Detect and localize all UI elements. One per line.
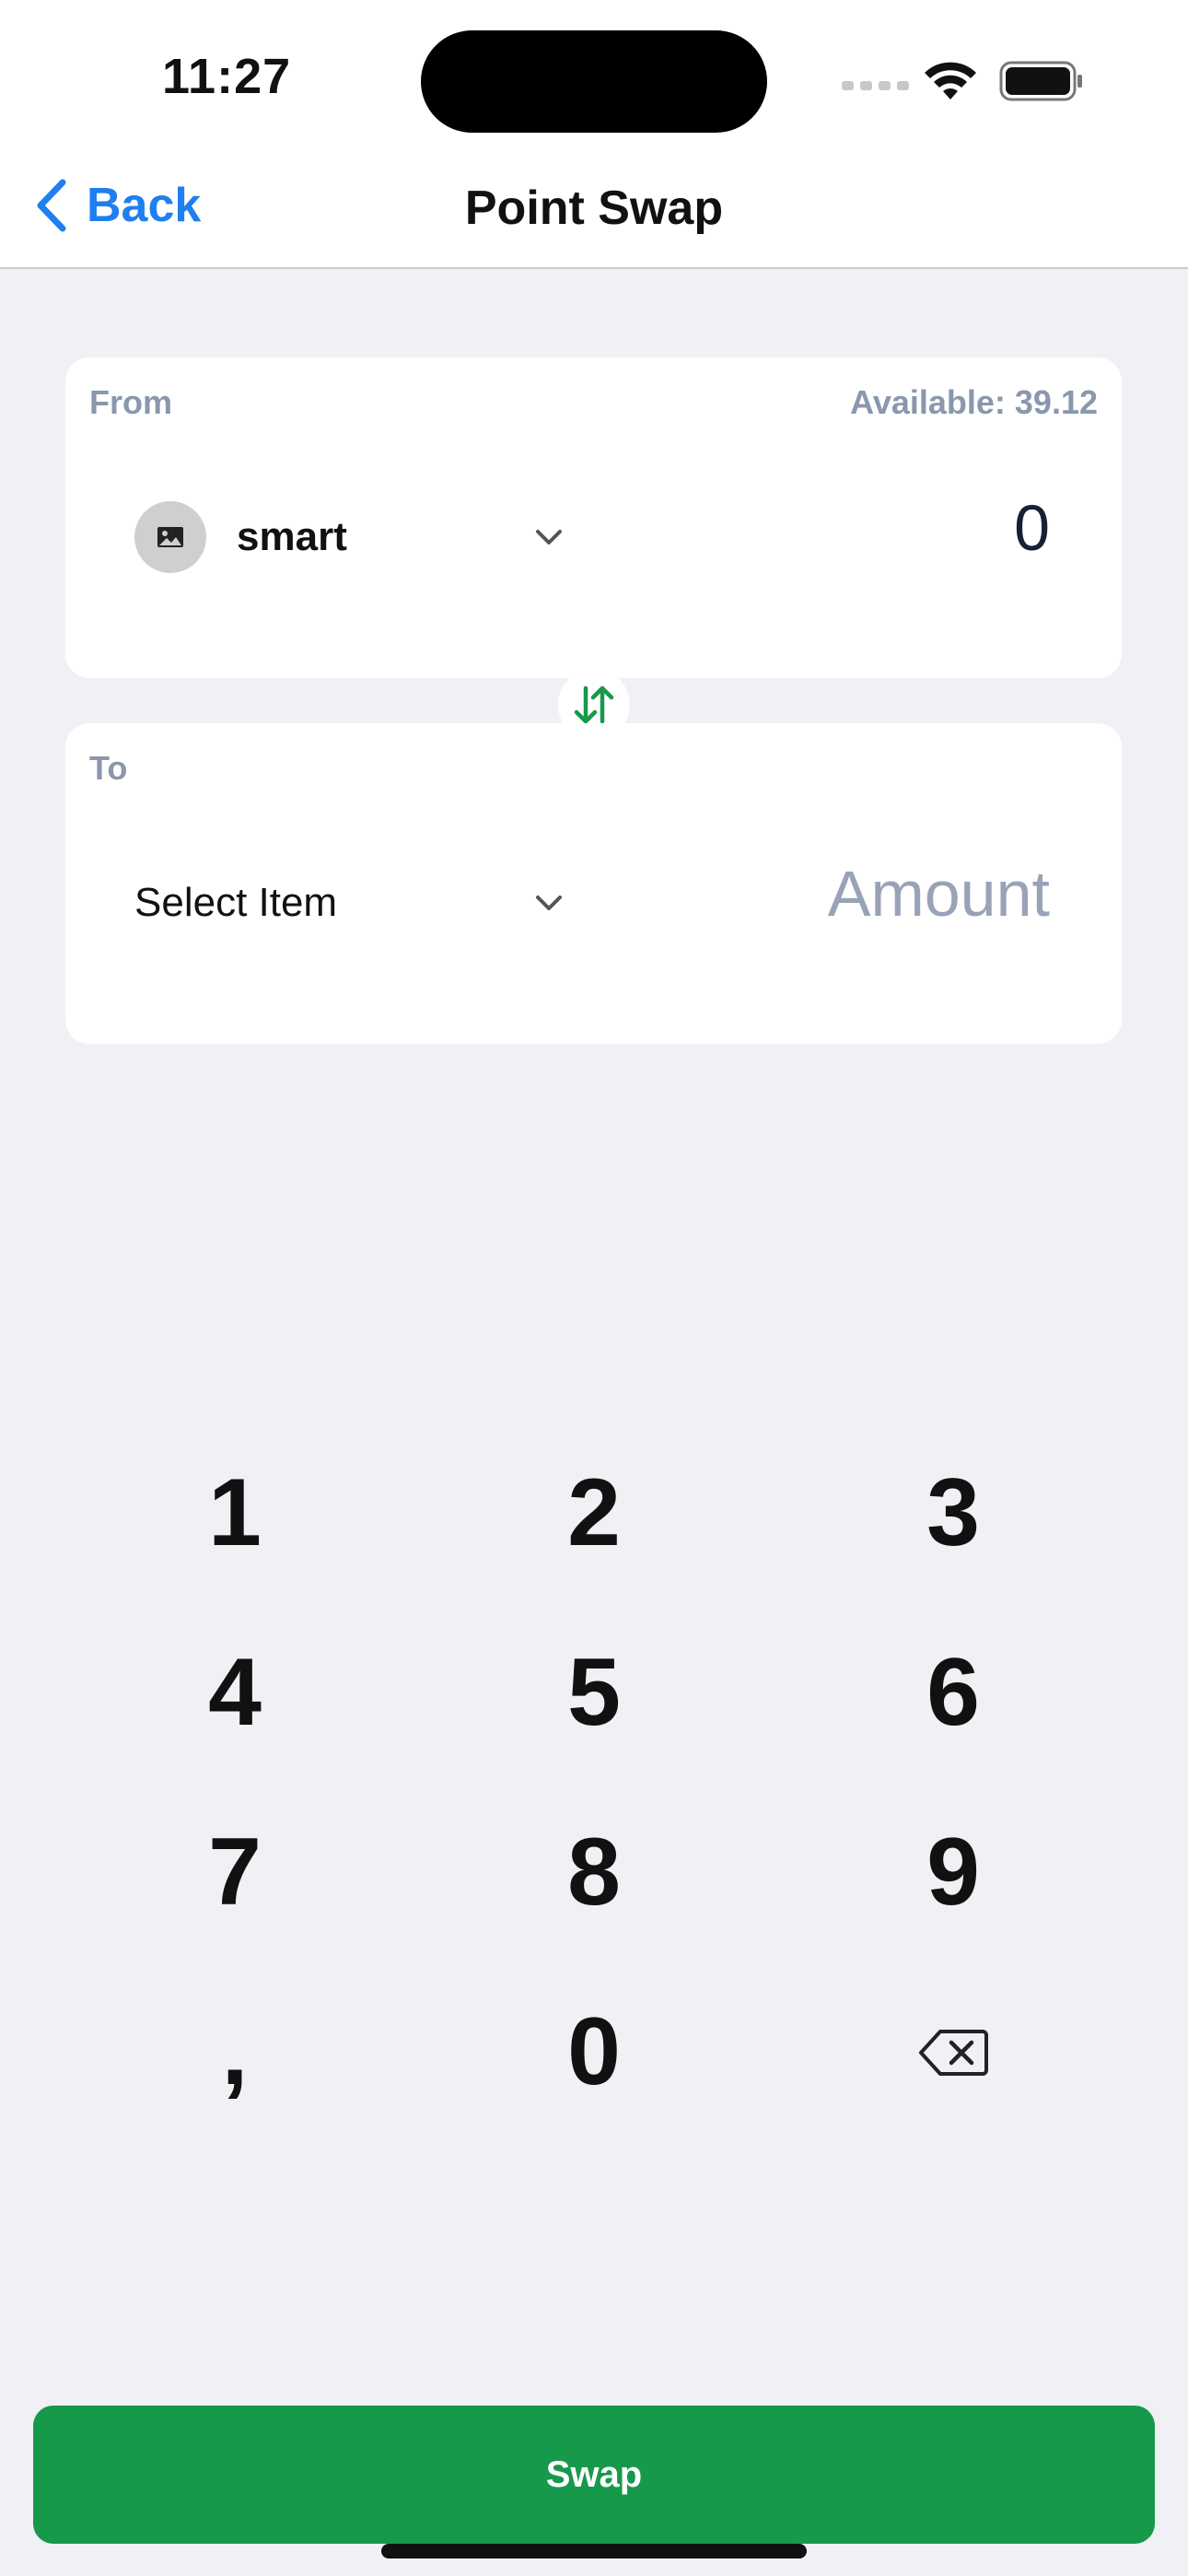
token-avatar: [134, 501, 206, 573]
swap-button[interactable]: Swap: [33, 2406, 1155, 2544]
from-card: From Available: 39.12 smart 0: [65, 357, 1122, 678]
dynamic-island: [421, 30, 767, 133]
key-2[interactable]: 2: [414, 1423, 774, 1603]
key-9[interactable]: 9: [774, 1783, 1133, 1962]
to-card: To Select Item Amount: [65, 723, 1122, 1044]
chevron-down-icon: [536, 896, 562, 910]
from-token-selector[interactable]: smart: [134, 500, 567, 574]
home-indicator: [381, 2544, 807, 2558]
cellular-signal-icon: [842, 81, 909, 90]
from-label: From: [89, 383, 172, 421]
header: 11:27 Back Point Swap: [0, 0, 1188, 269]
key-4[interactable]: 4: [55, 1603, 414, 1783]
battery-icon: [999, 61, 1082, 101]
numeric-keypad: 1 2 3 4 5 6 7 8 9 , 0: [55, 1423, 1133, 2142]
select-item-label: Select Item: [134, 880, 338, 925]
image-placeholder-icon: [157, 527, 183, 547]
key-comma[interactable]: ,: [55, 1962, 414, 2142]
key-6[interactable]: 6: [774, 1603, 1133, 1783]
wifi-icon: [925, 62, 976, 100]
chevron-down-icon: [536, 530, 562, 544]
key-delete[interactable]: [774, 1962, 1133, 2142]
to-amount-input[interactable]: Amount: [828, 857, 1050, 931]
key-0[interactable]: 0: [414, 1962, 774, 2142]
key-5[interactable]: 5: [414, 1603, 774, 1783]
key-8[interactable]: 8: [414, 1783, 774, 1962]
token-name: smart: [237, 514, 347, 559]
key-7[interactable]: 7: [55, 1783, 414, 1962]
key-3[interactable]: 3: [774, 1423, 1133, 1603]
backspace-icon: [919, 2029, 988, 2076]
point-swap-screen: 11:27 Back Point Swap From Available: 39…: [0, 0, 1188, 2576]
to-label: To: [89, 749, 128, 787]
from-amount-input[interactable]: 0: [1014, 491, 1050, 565]
key-1[interactable]: 1: [55, 1423, 414, 1603]
status-time: 11:27: [162, 49, 292, 104]
to-item-selector[interactable]: Select Item: [134, 866, 567, 940]
page-title: Point Swap: [464, 181, 724, 235]
available-balance: Available: 39.12: [850, 383, 1098, 421]
swap-vertical-icon: [574, 685, 614, 724]
